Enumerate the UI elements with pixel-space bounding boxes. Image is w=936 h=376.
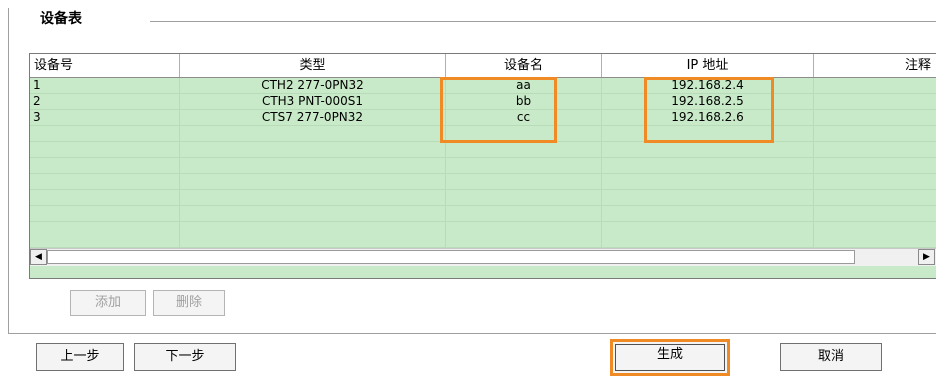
cell-comment [814, 78, 936, 94]
header-device-name[interactable]: 设备名 [446, 54, 602, 77]
cell-device-number: 1 [30, 78, 180, 94]
empty-cell [446, 222, 602, 248]
empty-row[interactable] [30, 190, 936, 206]
header-device-number[interactable]: 设备号 [30, 54, 180, 77]
horizontal-scrollbar[interactable]: ◀ ▶ [30, 248, 936, 266]
empty-cell [180, 206, 446, 222]
header-comment[interactable]: 注释 [814, 54, 936, 77]
cell-type: CTH2 277-0PN32 [180, 78, 446, 94]
group-border-bottom [8, 333, 936, 334]
delete-button[interactable]: 删除 [153, 290, 225, 316]
empty-cell [30, 142, 180, 158]
empty-cell [602, 142, 814, 158]
empty-cell [602, 158, 814, 174]
empty-cell [180, 190, 446, 206]
generate-button[interactable]: 生成 [610, 339, 730, 376]
device-table[interactable]: 设备号 类型 设备名 IP 地址 注释 1 CTH2 277-0PN32 aa … [29, 53, 936, 279]
group-border-top [150, 21, 936, 22]
cell-device-number: 3 [30, 110, 180, 126]
empty-cell [602, 222, 814, 248]
prev-step-button[interactable]: 上一步 [36, 343, 124, 371]
scroll-left-arrow-icon[interactable]: ◀ [30, 249, 47, 265]
empty-cell [446, 174, 602, 190]
empty-cell [446, 206, 602, 222]
table-row[interactable]: 3 CTS7 277-0PN32 cc 192.168.2.6 [30, 110, 936, 126]
next-step-button[interactable]: 下一步 [134, 343, 236, 371]
empty-cell [30, 158, 180, 174]
scroll-right-arrow-icon[interactable]: ▶ [918, 249, 935, 265]
cell-comment [814, 94, 936, 110]
cell-ip-address: 192.168.2.5 [602, 94, 814, 110]
cancel-button[interactable]: 取消 [780, 343, 882, 371]
empty-row[interactable] [30, 126, 936, 142]
empty-cell [446, 142, 602, 158]
empty-cell [180, 174, 446, 190]
table-row[interactable]: 2 CTH3 PNT-000S1 bb 192.168.2.5 [30, 94, 936, 110]
empty-cell [180, 158, 446, 174]
add-button[interactable]: 添加 [70, 290, 146, 316]
empty-cell [602, 174, 814, 190]
cell-type: CTH3 PNT-000S1 [180, 94, 446, 110]
empty-row[interactable] [30, 222, 936, 248]
group-title: 设备表 [36, 8, 86, 28]
cell-device-name: cc [446, 110, 602, 126]
cell-device-number: 2 [30, 94, 180, 110]
empty-cell [30, 190, 180, 206]
empty-row[interactable] [30, 206, 936, 222]
empty-cell [180, 222, 446, 248]
empty-cell [180, 126, 446, 142]
empty-cell [446, 126, 602, 142]
empty-cell [30, 206, 180, 222]
header-ip-address[interactable]: IP 地址 [602, 54, 814, 77]
cell-device-name: aa [446, 78, 602, 94]
cell-device-name: bb [446, 94, 602, 110]
empty-row[interactable] [30, 174, 936, 190]
empty-cell [180, 142, 446, 158]
header-type[interactable]: 类型 [180, 54, 446, 77]
cell-ip-address: 192.168.2.4 [602, 78, 814, 94]
scroll-thumb[interactable] [47, 250, 855, 264]
generate-button-label: 生成 [615, 344, 725, 371]
empty-cell [602, 190, 814, 206]
empty-cell [30, 126, 180, 142]
empty-cell [30, 222, 180, 248]
top-cutoff-strip [0, 0, 936, 8]
cell-ip-address: 192.168.2.6 [602, 110, 814, 126]
empty-cell [446, 190, 602, 206]
empty-row[interactable] [30, 158, 936, 174]
cell-type: CTS7 277-0PN32 [180, 110, 446, 126]
empty-cell [602, 206, 814, 222]
table-row[interactable]: 1 CTH2 277-0PN32 aa 192.168.2.4 [30, 78, 936, 94]
empty-cell [446, 158, 602, 174]
cell-comment [814, 110, 936, 126]
group-border-left [8, 8, 9, 333]
table-header: 设备号 类型 设备名 IP 地址 注释 [30, 54, 936, 78]
empty-cell [602, 126, 814, 142]
empty-row[interactable] [30, 142, 936, 158]
empty-cell [30, 174, 180, 190]
